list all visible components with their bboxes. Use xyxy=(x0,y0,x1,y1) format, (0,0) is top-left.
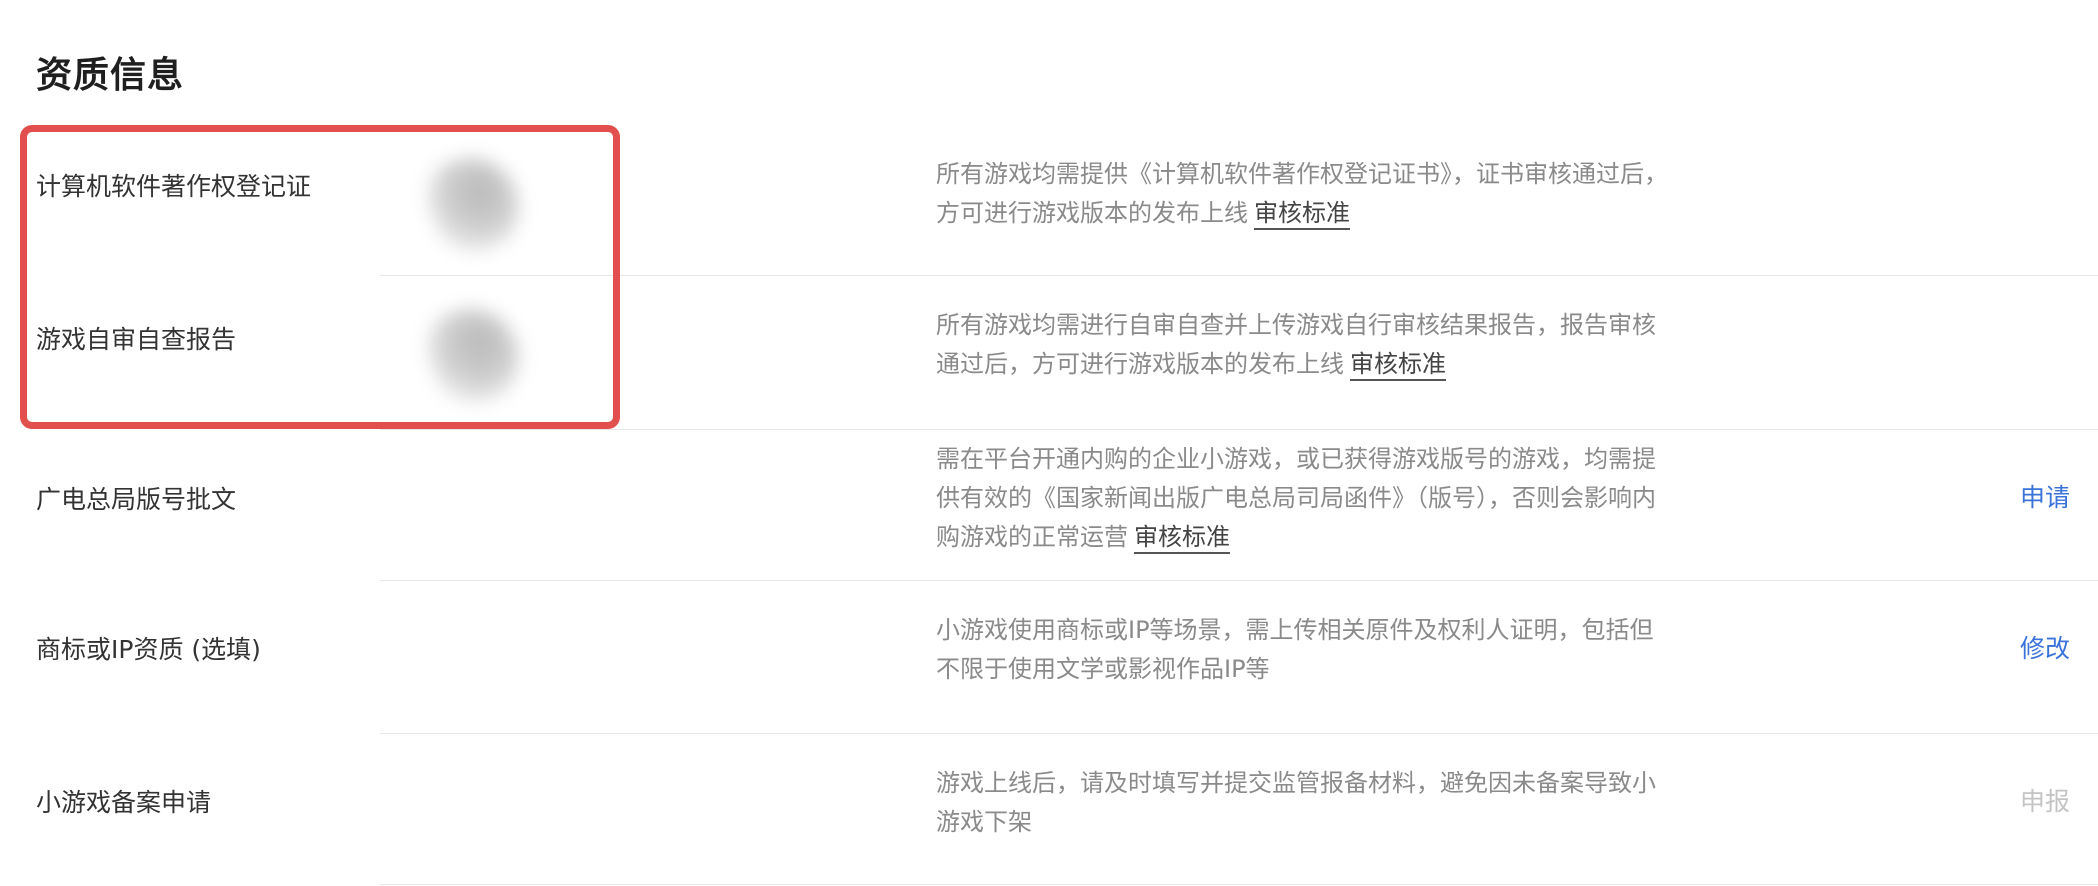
description-text: 游戏上线后，请及时填写并提交监管报备材料，避免因未备案导致小游戏下架 xyxy=(936,769,1656,836)
report-thumbnail[interactable] xyxy=(417,296,531,416)
description-text: 小游戏使用商标或IP等场景，需上传相关原件及权利人证明，包括但不限于使用文学或影… xyxy=(936,616,1654,683)
audit-standard-link[interactable]: 审核标准 xyxy=(1134,523,1230,554)
modify-button[interactable]: 修改 xyxy=(2020,632,2070,666)
section-title: 资质信息 xyxy=(36,55,185,96)
qualification-row-trademark-ip: 商标或IP资质 (选填) 小游戏使用商标或IP等场景，需上传相关原件及权利人证明… xyxy=(0,581,2098,733)
audit-standard-link[interactable]: 审核标准 xyxy=(1254,199,1350,230)
row-description: 所有游戏均需提供《计算机软件著作权登记证书》，证书审核通过后，方可进行游戏版本的… xyxy=(936,155,1671,233)
row-label: 小游戏备案申请 xyxy=(36,788,212,817)
row-label: 广电总局版号批文 xyxy=(36,485,237,514)
qualification-row-self-review-report: 游戏自审自查报告 所有游戏均需进行自审自查并上传游戏自行审核结果报告，报告审核通… xyxy=(0,276,2098,429)
row-description: 游戏上线后，请及时填写并提交监管报备材料，避免因未备案导致小游戏下架 xyxy=(936,764,1671,842)
row-label: 商标或IP资质 (选填) xyxy=(36,635,261,664)
blurred-image xyxy=(417,145,531,263)
description-text: 所有游戏均需进行自审自查并上传游戏自行审核结果报告，报告审核通过后，方可进行游戏… xyxy=(936,311,1656,378)
row-divider xyxy=(380,884,2098,885)
certificate-thumbnail[interactable] xyxy=(417,145,531,265)
description-text: 需在平台开通内购的企业小游戏，或已获得游戏版号的游戏，均需提供有效的《国家新闻出… xyxy=(936,445,1656,551)
qualification-row-software-copyright: 计算机软件著作权登记证 所有游戏均需提供《计算机软件著作权登记证书》，证书审核通… xyxy=(0,125,2098,275)
row-description: 小游戏使用商标或IP等场景，需上传相关原件及权利人证明，包括但不限于使用文学或影… xyxy=(936,611,1671,689)
apply-button[interactable]: 申请 xyxy=(2020,481,2070,515)
qualification-page: 资质信息 计算机软件著作权登记证 所有游戏均需提供《计算机软件著作权登记证书》，… xyxy=(0,0,2098,886)
blurred-image xyxy=(417,296,531,414)
qualification-row-license-approval: 广电总局版号批文 需在平台开通内购的企业小游戏，或已获得游戏版号的游戏，均需提供… xyxy=(0,430,2098,580)
declare-button: 申报 xyxy=(2019,787,2070,816)
row-label: 计算机软件著作权登记证 xyxy=(36,172,312,201)
row-label: 游戏自审自查报告 xyxy=(36,325,237,354)
qualification-row-filing-application: 小游戏备案申请 游戏上线后，请及时填写并提交监管报备材料，避免因未备案导致小游戏… xyxy=(0,734,2098,884)
row-description: 所有游戏均需进行自审自查并上传游戏自行审核结果报告，报告审核通过后，方可进行游戏… xyxy=(936,306,1671,384)
audit-standard-link[interactable]: 审核标准 xyxy=(1350,350,1446,381)
row-description: 需在平台开通内购的企业小游戏，或已获得游戏版号的游戏，均需提供有效的《国家新闻出… xyxy=(936,440,1671,557)
